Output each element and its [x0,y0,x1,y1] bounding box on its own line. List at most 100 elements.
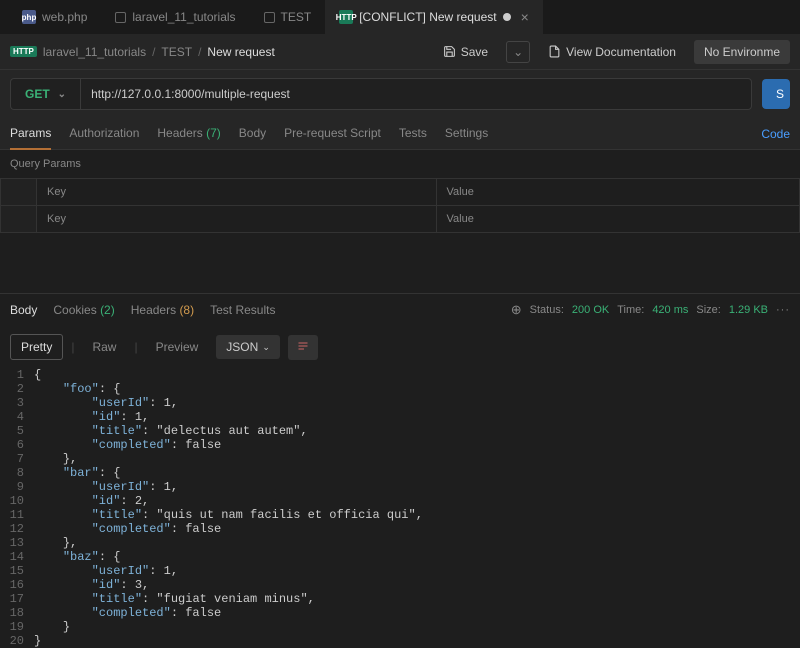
top-actions: Save ⌄ View Documentation No Environme [433,40,790,64]
tab-label: web.php [42,10,87,24]
code-link[interactable]: Code [761,127,790,141]
env-label: No Environme [704,45,780,59]
code-line: 14 "baz": { [0,550,800,564]
code-line: 13 }, [0,536,800,550]
time-label: Time: [617,304,644,316]
tab-settings[interactable]: Settings [445,118,488,150]
code-line: 9 "userId": 1, [0,480,800,494]
code-line: 6 "completed": false [0,438,800,452]
response-status: ⊕ Status: 200 OK Time: 420 ms Size: 1.29… [511,302,790,318]
breadcrumb-current: New request [207,45,274,59]
code-line: 7 }, [0,452,800,466]
resp-tab-cookies[interactable]: Cookies (2) [53,303,114,317]
breadcrumb-row: HTTP laravel_11_tutorials / TEST / New r… [0,34,800,70]
line-number: 8 [0,466,34,480]
param-value-input[interactable]: Value [436,206,800,233]
tab-params[interactable]: Params [10,118,51,150]
tab-label: [CONFLICT] New request [359,10,496,24]
status-value: 200 OK [572,304,609,316]
tab-laravel-folder[interactable]: laravel_11_tutorials [101,0,249,34]
method-value: GET [25,87,50,101]
tab-body[interactable]: Body [239,118,266,150]
line-number: 9 [0,480,34,494]
breadcrumb-item[interactable]: laravel_11_tutorials [43,45,146,59]
tab-tests[interactable]: Tests [399,118,427,150]
resp-tab-headers[interactable]: Headers (8) [131,303,194,317]
chevron-down-icon: ⌄ [262,342,270,353]
view-preview[interactable]: Preview [146,335,209,359]
breadcrumb-separator: / [198,45,201,59]
tab-new-request[interactable]: HTTP [CONFLICT] New request × [325,0,543,34]
breadcrumb-item[interactable]: TEST [161,45,192,59]
view-docs-button[interactable]: View Documentation [538,40,686,64]
breadcrumb: HTTP laravel_11_tutorials / TEST / New r… [10,45,275,59]
file-tabs-bar: php web.php laravel_11_tutorials TEST HT… [0,0,800,34]
line-number: 18 [0,606,34,620]
code-line: 8 "bar": { [0,466,800,480]
close-icon[interactable]: × [521,9,529,25]
breadcrumb-separator: / [152,45,155,59]
line-number: 10 [0,494,34,508]
http-icon: HTTP [10,46,37,57]
save-icon [443,45,456,58]
save-dropdown[interactable]: ⌄ [506,41,530,63]
tab-prerequest[interactable]: Pre-request Script [284,118,381,150]
row-handle [1,206,37,233]
line-number: 1 [0,368,34,382]
line-number: 2 [0,382,34,396]
code-line: 15 "userId": 1, [0,564,800,578]
param-key-header: Key [37,179,437,206]
line-number: 17 [0,592,34,606]
response-body-code[interactable]: 1{2 "foo": {3 "userId": 1,4 "id": 1,5 "t… [0,368,800,648]
environment-select[interactable]: No Environme [694,40,790,64]
tab-test-folder[interactable]: TEST [250,0,326,34]
code-line: 4 "id": 1, [0,410,800,424]
method-select[interactable]: GET ⌄ [10,78,80,110]
globe-icon: ⊕ [511,302,522,318]
line-number: 5 [0,424,34,438]
url-row: GET ⌄ S [0,70,800,118]
format-select[interactable]: JSON⌄ [216,335,280,359]
line-number: 16 [0,578,34,592]
tab-web-php[interactable]: php web.php [8,0,101,34]
line-number: 7 [0,452,34,466]
status-label: Status: [530,304,564,316]
view-raw[interactable]: Raw [82,335,126,359]
code-line: 20} [0,634,800,648]
code-line: 18 "completed": false [0,606,800,620]
resp-tab-body[interactable]: Body [10,303,37,317]
line-number: 20 [0,634,34,648]
tab-label: laravel_11_tutorials [132,10,235,24]
line-number: 3 [0,396,34,410]
send-button[interactable]: S [762,79,790,109]
line-number: 6 [0,438,34,452]
tab-authorization[interactable]: Authorization [69,118,139,150]
response-bar: Body Cookies (2) Headers (8) Test Result… [0,293,800,326]
wrap-toggle[interactable] [288,335,318,360]
more-icon[interactable]: ··· [776,304,790,316]
code-line: 12 "completed": false [0,522,800,536]
line-number: 13 [0,536,34,550]
param-key-input[interactable]: Key [37,206,437,233]
line-number: 14 [0,550,34,564]
url-input[interactable] [80,78,752,110]
params-table: Key Value Key Value [0,178,800,233]
chevron-down-icon: ⌄ [58,89,66,100]
param-value-header: Value [436,179,800,206]
line-number: 11 [0,508,34,522]
dirty-indicator-icon [503,13,511,21]
tab-headers[interactable]: Headers (7) [157,118,220,150]
php-icon: php [22,10,36,24]
code-line: 5 "title": "delectus aut autem", [0,424,800,438]
line-number: 4 [0,410,34,424]
tab-label: TEST [281,10,312,24]
view-pretty[interactable]: Pretty [10,334,63,360]
resp-tab-testresults[interactable]: Test Results [210,303,275,317]
folder-icon [115,12,126,23]
line-number: 19 [0,620,34,634]
response-tabs: Body Cookies (2) Headers (8) Test Result… [10,303,275,317]
docs-label: View Documentation [566,45,676,59]
save-label: Save [461,45,488,59]
size-value: 1.29 KB [729,304,768,316]
save-button[interactable]: Save [433,40,498,64]
